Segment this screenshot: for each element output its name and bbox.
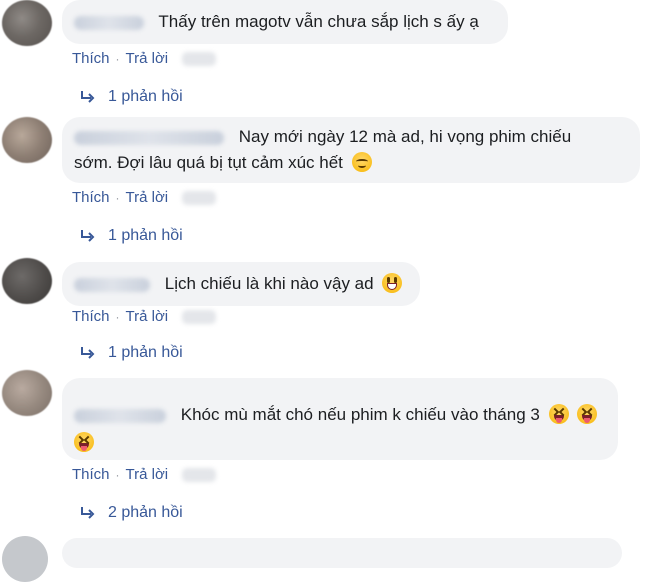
avatar[interactable] [2, 536, 48, 582]
replies-link[interactable]: 1 phản hồi [80, 227, 183, 245]
reply-link[interactable]: Trả lời [126, 466, 169, 483]
relieved-face-icon [351, 152, 372, 172]
replies-link[interactable]: 1 phản hồi [80, 344, 183, 362]
like-link[interactable]: Thích [72, 308, 110, 325]
avatar[interactable] [2, 370, 52, 416]
comment-text: Thấy trên magotv vẫn chưa sắp lịch s ấy … [158, 12, 479, 31]
like-link[interactable]: Thích [72, 189, 110, 206]
separator-dot: · [115, 51, 120, 66]
replies-link[interactable]: 1 phản hồi [80, 88, 183, 106]
squinting-tongue-face-icon [548, 404, 569, 424]
comment-bubble: Thấy trên magotv vẫn chưa sắp lịch s ấy … [62, 0, 508, 44]
comment-actions: Thích · Trả lời [72, 466, 217, 483]
avatar[interactable] [2, 258, 52, 304]
reply-arrow-icon [81, 230, 95, 242]
grinning-face-icon [382, 273, 403, 293]
separator-dot: · [115, 467, 120, 482]
reply-link[interactable]: Trả lời [126, 189, 169, 206]
comment-actions: Thích · Trả lời [72, 308, 217, 325]
timestamp[interactable] [182, 309, 217, 324]
timestamp[interactable] [182, 467, 217, 482]
separator-dot: · [115, 309, 120, 324]
reply-link[interactable]: Trả lời [126, 50, 169, 67]
squinting-tongue-face-icon [577, 404, 598, 424]
separator-dot: · [115, 190, 120, 205]
comment-bubble: Lịch chiếu là khi nào vậy ad [62, 262, 420, 306]
avatar[interactable] [2, 0, 52, 46]
like-link[interactable]: Thích [72, 50, 110, 67]
timestamp[interactable] [182, 51, 217, 66]
squinting-tongue-face-icon [74, 432, 94, 452]
author-name[interactable] [74, 130, 224, 145]
author-name[interactable] [74, 408, 166, 423]
replies-count[interactable]: 1 phản hồi [108, 344, 183, 362]
reply-link[interactable]: Trả lời [126, 308, 169, 325]
like-link[interactable]: Thích [72, 466, 110, 483]
comment-bubble: Khóc mù mắt chó nếu phim k chiếu vào thá… [62, 378, 618, 460]
reply-arrow-icon [81, 507, 95, 519]
replies-count[interactable]: 2 phản hồi [108, 504, 183, 522]
comment-actions: Thích · Trả lời [72, 189, 217, 206]
comment-text: Khóc mù mắt chó nếu phim k chiếu vào thá… [180, 405, 540, 424]
replies-link[interactable]: 2 phản hồi [80, 504, 183, 522]
comment-text-line1: Nay mới ngày 12 mà ad, hi vọng phim chiế… [238, 127, 572, 146]
comment-text-line2: sớm. Đợi lâu quá bị tụt cảm xúc hết [74, 153, 343, 172]
replies-count[interactable]: 1 phản hồi [108, 227, 183, 245]
reply-arrow-icon [81, 91, 95, 103]
comment-bubble [62, 538, 622, 568]
author-name[interactable] [74, 15, 144, 30]
timestamp[interactable] [182, 190, 217, 205]
avatar[interactable] [2, 117, 52, 163]
reply-arrow-icon [81, 347, 95, 359]
comment-bubble: Nay mới ngày 12 mà ad, hi vọng phim chiế… [62, 117, 640, 183]
comment-actions: Thích · Trả lời [72, 50, 217, 67]
replies-count[interactable]: 1 phản hồi [108, 88, 183, 106]
comment-text: Lịch chiếu là khi nào vậy ad [164, 274, 374, 293]
author-name[interactable] [74, 277, 150, 292]
